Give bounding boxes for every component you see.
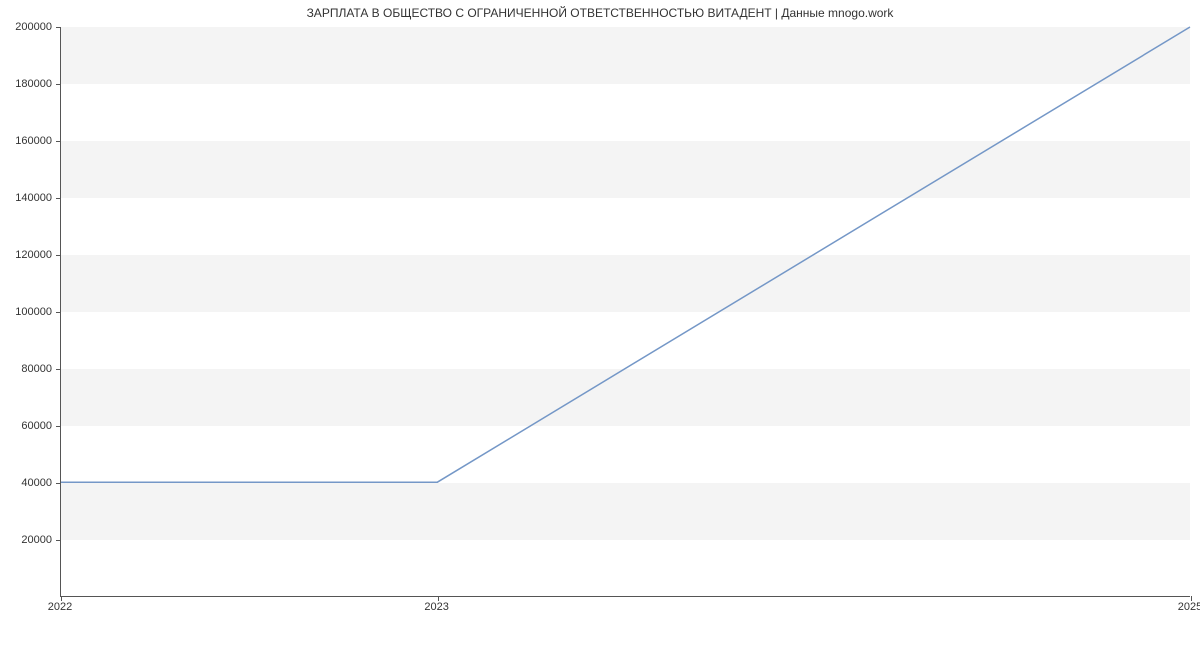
y-tick — [56, 198, 61, 199]
plot-area — [60, 27, 1190, 597]
y-tick-label: 160000 — [0, 135, 52, 147]
y-tick-label: 20000 — [0, 534, 52, 546]
y-tick — [56, 141, 61, 142]
line-layer — [61, 27, 1190, 596]
y-tick — [56, 312, 61, 313]
x-tick-label: 2025 — [1178, 601, 1200, 613]
y-tick — [56, 369, 61, 370]
y-tick-label: 140000 — [0, 192, 52, 204]
y-tick-label: 60000 — [0, 420, 52, 432]
y-tick — [56, 540, 61, 541]
y-tick-label: 120000 — [0, 249, 52, 261]
y-tick — [56, 255, 61, 256]
salary-line-chart: ЗАРПЛАТА В ОБЩЕСТВО С ОГРАНИЧЕННОЙ ОТВЕТ… — [0, 0, 1200, 650]
y-tick-label: 100000 — [0, 306, 52, 318]
y-tick — [56, 84, 61, 85]
y-tick-label: 80000 — [0, 363, 52, 375]
y-tick — [56, 426, 61, 427]
y-tick-label: 180000 — [0, 78, 52, 90]
y-tick — [56, 27, 61, 28]
series-line — [61, 27, 1190, 482]
y-tick — [56, 483, 61, 484]
y-tick-label: 40000 — [0, 477, 52, 489]
x-tick-label: 2023 — [424, 601, 448, 613]
x-tick-label: 2022 — [48, 601, 72, 613]
y-tick-label: 200000 — [0, 21, 52, 33]
chart-title: ЗАРПЛАТА В ОБЩЕСТВО С ОГРАНИЧЕННОЙ ОТВЕТ… — [0, 6, 1200, 20]
